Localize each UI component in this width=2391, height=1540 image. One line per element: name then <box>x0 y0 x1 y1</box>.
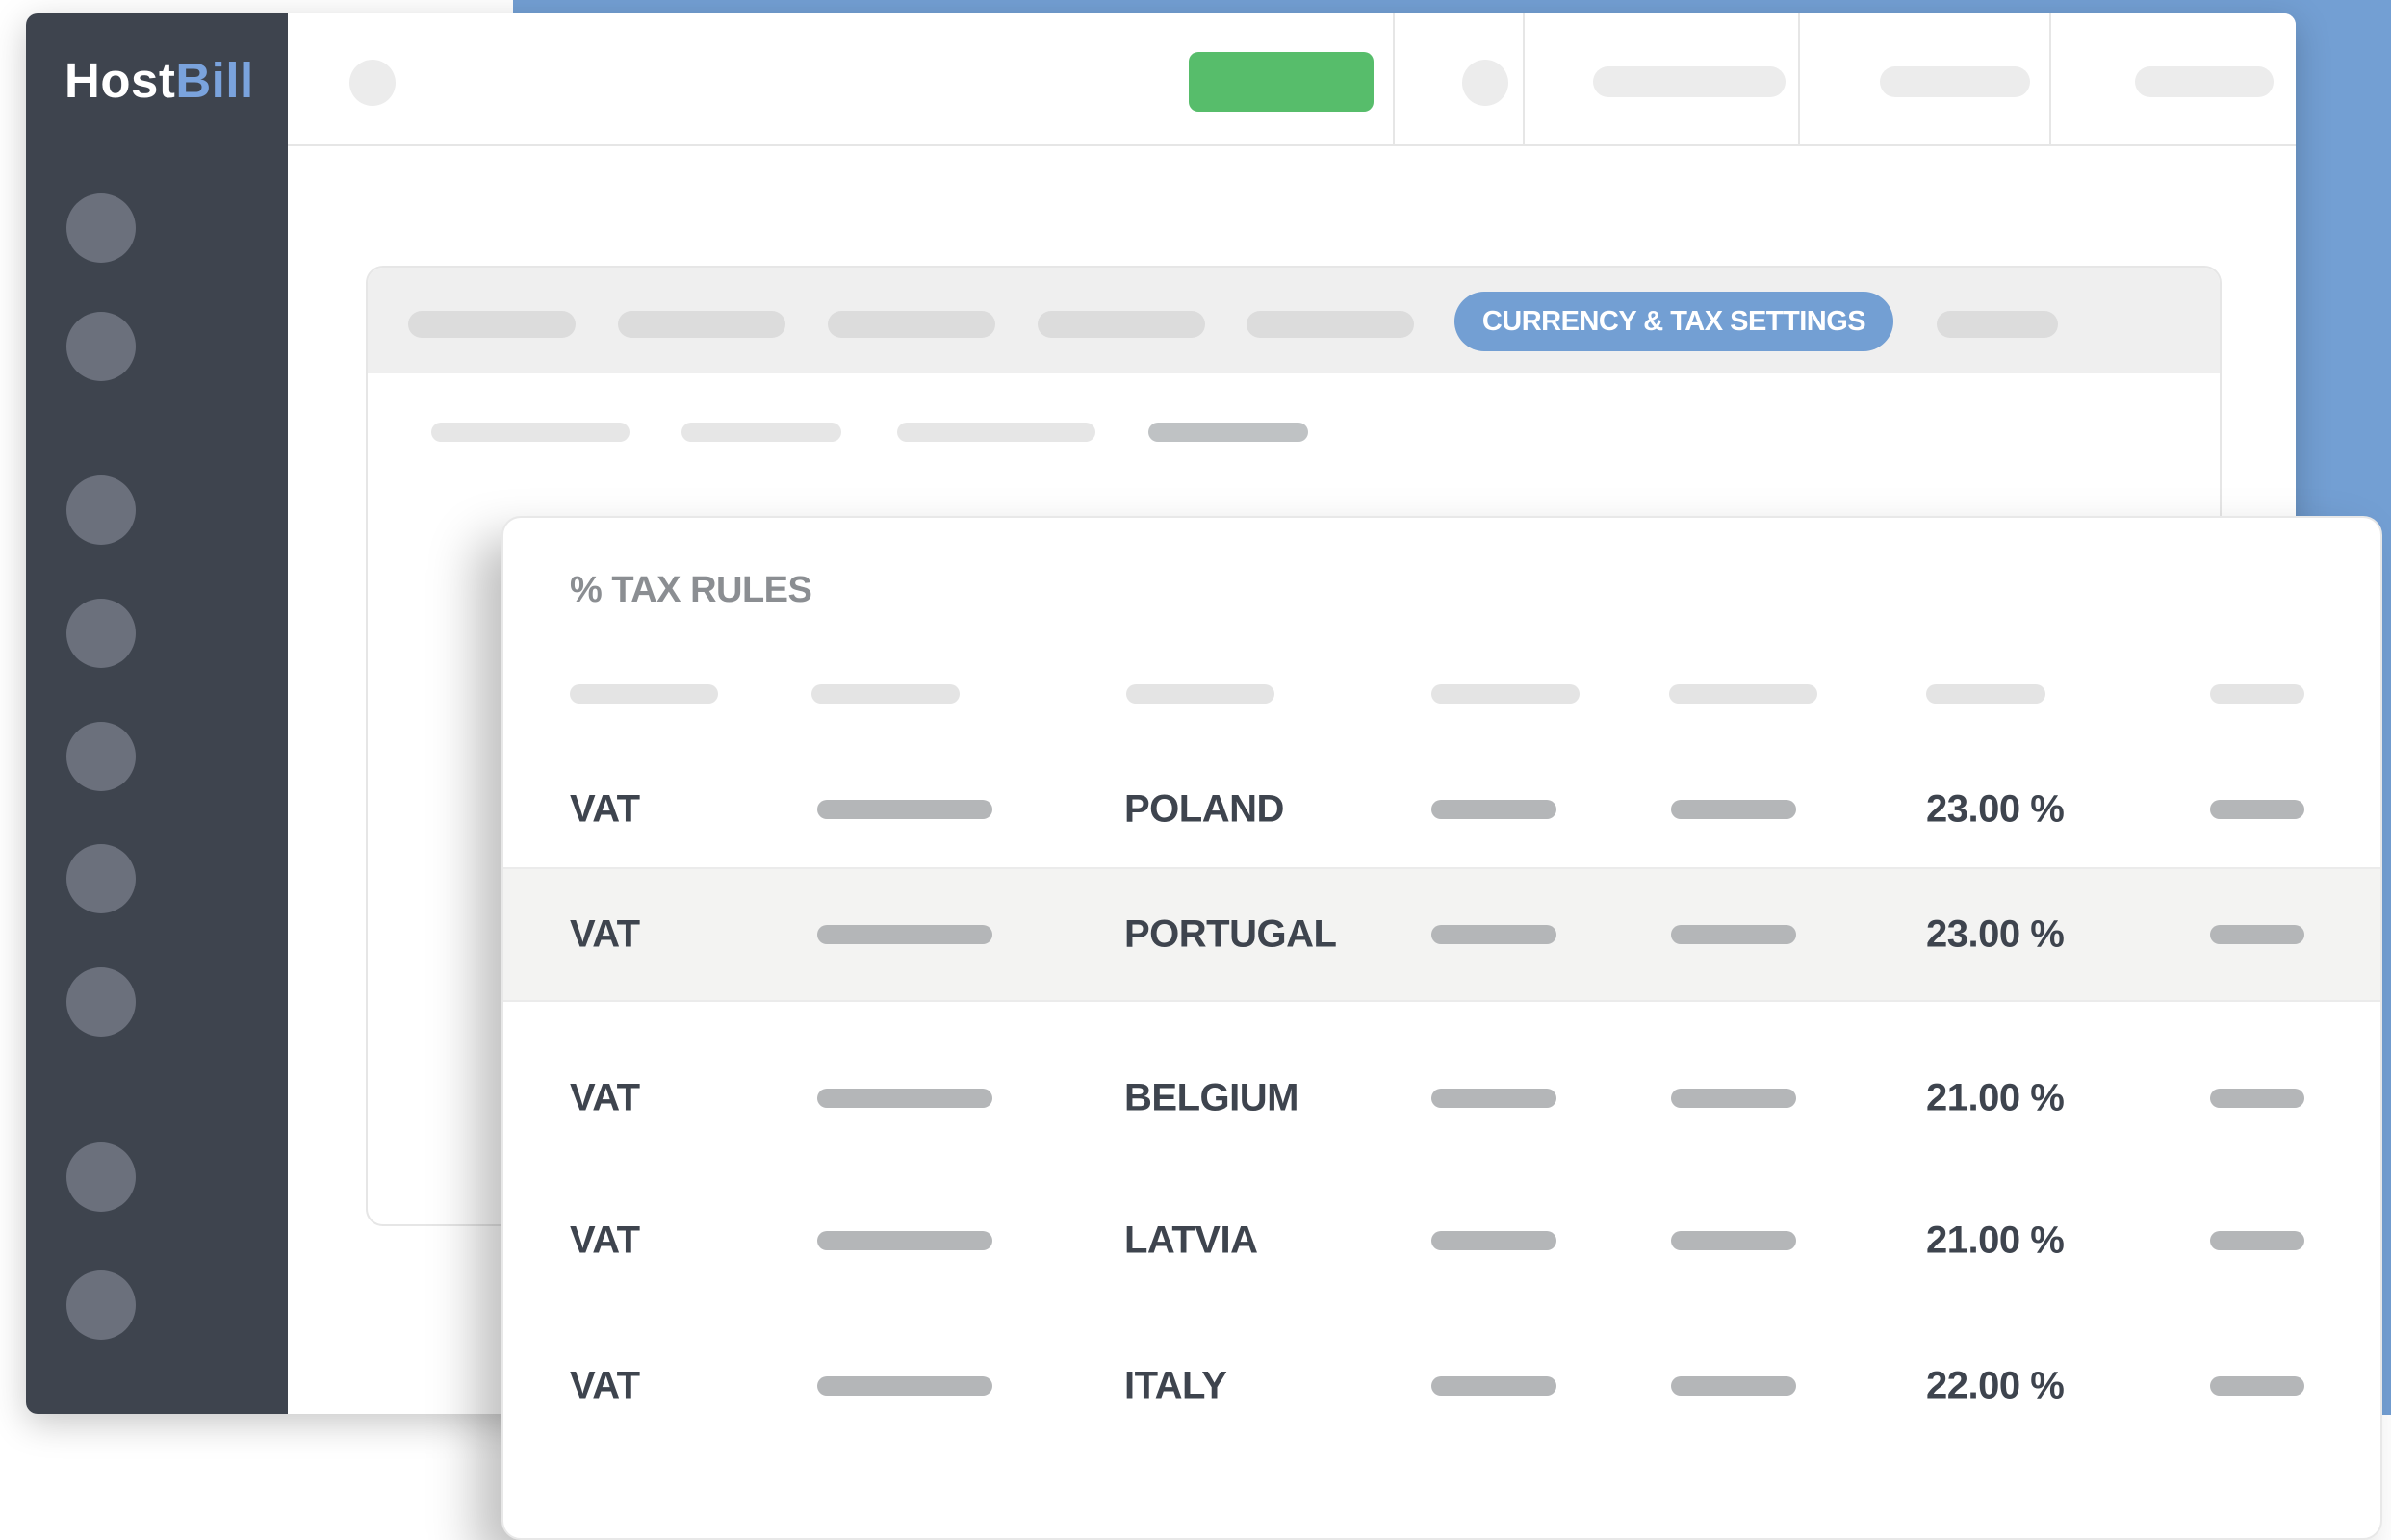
cell-placeholder <box>1431 1231 1556 1250</box>
cell-placeholder <box>2210 1089 2304 1108</box>
tax-country: POLAND <box>1124 787 1284 831</box>
cell-placeholder <box>1671 800 1796 819</box>
subtab-active[interactable] <box>1148 423 1308 442</box>
subtab-placeholder[interactable] <box>897 423 1095 442</box>
sidebar-nav-icon[interactable] <box>66 599 136 668</box>
column-header-placeholder <box>1431 684 1580 704</box>
table-row[interactable]: VAT BELGIUM 21.00 % <box>503 1031 2380 1166</box>
subtab-placeholder[interactable] <box>681 423 841 442</box>
notification-icon[interactable] <box>1462 60 1508 106</box>
column-header-placeholder <box>2210 684 2304 704</box>
tab-strip: CURRENCY & TAX SETTINGS <box>368 268 2220 373</box>
tax-rate: 21.00 % <box>1926 1076 2065 1119</box>
sidebar-nav-icon[interactable] <box>66 722 136 791</box>
sidebar-nav-icon[interactable] <box>66 844 136 913</box>
tax-country: LATVIA <box>1124 1219 1258 1262</box>
topbar-divider <box>1523 13 1525 144</box>
tab-placeholder[interactable] <box>618 311 785 338</box>
sidebar: HostBill <box>26 13 288 1414</box>
menu-toggle-icon[interactable] <box>349 60 396 106</box>
cell-placeholder <box>817 925 992 944</box>
sidebar-nav-icon[interactable] <box>66 475 136 545</box>
tab-placeholder[interactable] <box>1247 311 1414 338</box>
column-header-placeholder <box>1926 684 2045 704</box>
tab-placeholder[interactable] <box>1937 311 2058 338</box>
sidebar-nav-icon[interactable] <box>66 312 136 381</box>
table-row[interactable]: VAT PORTUGAL 23.00 % <box>503 867 2380 1002</box>
tax-type: VAT <box>570 1364 640 1407</box>
logo-host: Host <box>64 53 176 108</box>
topbar-menu-item[interactable] <box>1593 66 1786 97</box>
cell-placeholder <box>1431 1376 1556 1396</box>
column-header-placeholder <box>1669 684 1817 704</box>
cell-placeholder <box>1671 925 1796 944</box>
cell-placeholder <box>2210 925 2304 944</box>
cell-placeholder <box>1431 1089 1556 1108</box>
cell-placeholder <box>817 1089 992 1108</box>
sidebar-nav-icon[interactable] <box>66 967 136 1037</box>
cell-placeholder <box>2210 1376 2304 1396</box>
panel-title: % TAX RULES <box>570 570 812 610</box>
tax-rate: 23.00 % <box>1926 787 2065 831</box>
tax-country: PORTUGAL <box>1124 912 1337 956</box>
tax-rate: 22.00 % <box>1926 1364 2065 1407</box>
cell-placeholder <box>2210 1231 2304 1250</box>
topbar-menu-item[interactable] <box>1880 66 2030 97</box>
top-bar <box>288 13 2296 146</box>
cell-placeholder <box>2210 800 2304 819</box>
column-header-placeholder <box>811 684 960 704</box>
tax-type: VAT <box>570 787 640 831</box>
column-header-placeholder <box>1126 684 1274 704</box>
cell-placeholder <box>1431 925 1556 944</box>
tax-rate: 21.00 % <box>1926 1219 2065 1262</box>
logo-bill: Bill <box>175 53 254 108</box>
sidebar-nav-icon[interactable] <box>66 1270 136 1340</box>
cell-placeholder <box>817 800 992 819</box>
tax-type: VAT <box>570 912 640 956</box>
tab-placeholder[interactable] <box>1038 311 1205 338</box>
tab-placeholder[interactable] <box>408 311 576 338</box>
tax-country: ITALY <box>1124 1364 1227 1407</box>
cell-placeholder <box>817 1376 992 1396</box>
column-header-placeholder <box>570 684 718 704</box>
cell-placeholder <box>1671 1089 1796 1108</box>
topbar-divider <box>1798 13 1800 144</box>
topbar-divider <box>1393 13 1395 144</box>
cell-placeholder <box>1431 800 1556 819</box>
subtab-placeholder[interactable] <box>431 423 630 442</box>
tax-type: VAT <box>570 1219 640 1262</box>
tab-placeholder[interactable] <box>828 311 995 338</box>
sidebar-nav-icon[interactable] <box>66 193 136 263</box>
cell-placeholder <box>1671 1231 1796 1250</box>
tax-country: BELGIUM <box>1124 1076 1298 1119</box>
tax-rules-panel: % TAX RULES VAT POLAND 23.00 % VAT PORTU… <box>501 516 2382 1540</box>
logo[interactable]: HostBill <box>64 52 254 109</box>
cell-placeholder <box>1671 1376 1796 1396</box>
cell-placeholder <box>817 1231 992 1250</box>
sidebar-nav-icon[interactable] <box>66 1142 136 1212</box>
tab-currency-tax-settings[interactable]: CURRENCY & TAX SETTINGS <box>1454 292 1893 351</box>
table-row[interactable]: VAT POLAND 23.00 % <box>503 742 2380 877</box>
table-row[interactable]: VAT ITALY 22.00 % <box>503 1319 2380 1453</box>
primary-action-button[interactable] <box>1189 52 1374 112</box>
topbar-menu-item[interactable] <box>2135 66 2274 97</box>
tax-type: VAT <box>570 1076 640 1119</box>
topbar-divider <box>2049 13 2051 144</box>
table-row[interactable]: VAT LATVIA 21.00 % <box>503 1173 2380 1308</box>
tax-rate: 23.00 % <box>1926 912 2065 956</box>
